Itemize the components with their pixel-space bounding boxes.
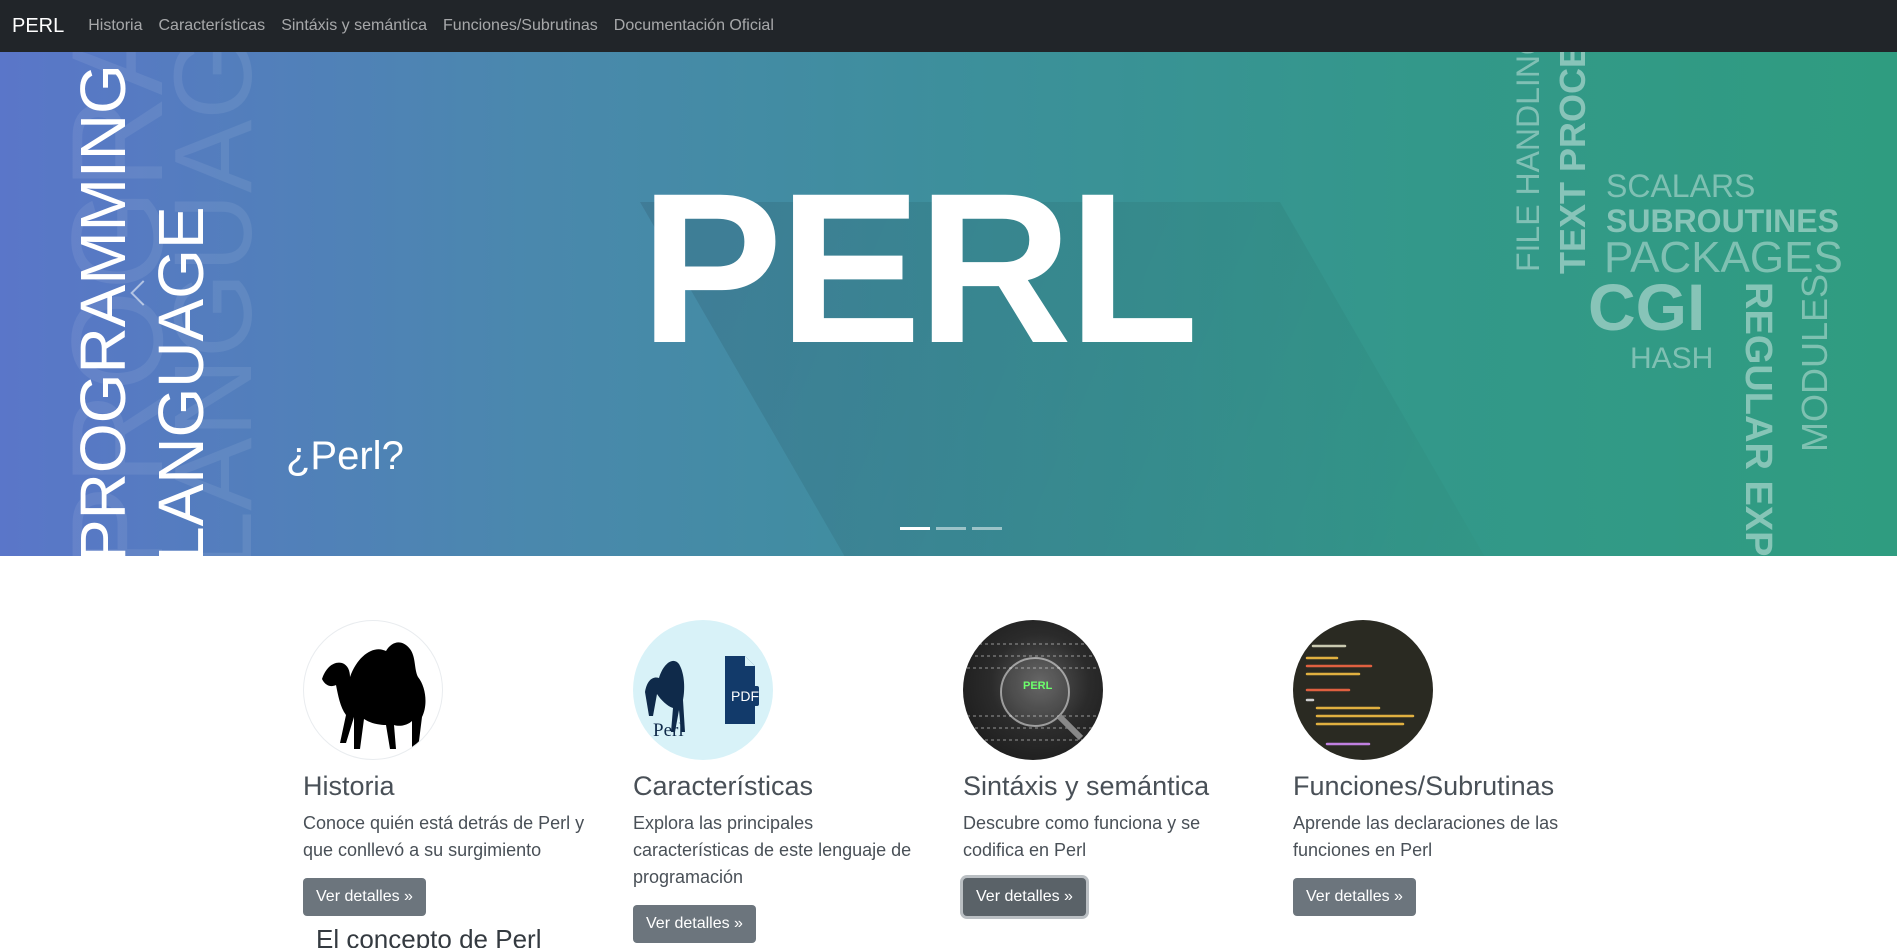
word-text-process: TEXT PROCESS	[1552, 52, 1593, 274]
perl-highlight-label: PERL	[1023, 680, 1053, 692]
feature-title: Funciones/Subrutinas	[1293, 771, 1555, 801]
word-regular-expressions: REGULAR EXPRE	[1737, 282, 1779, 556]
feature-description: Explora las principales características …	[633, 813, 912, 888]
word-file-handling: FILE HANDLING	[1510, 52, 1546, 272]
word-modules: MODULES	[1794, 273, 1835, 452]
word-hash: HASH	[1630, 342, 1714, 375]
top-navbar: PERL Historia Características Sintáxis y…	[0, 0, 1897, 52]
carousel-indicator-1[interactable]	[900, 527, 930, 530]
code-screen-icon	[1293, 620, 1433, 760]
carousel-indicator-3[interactable]	[972, 527, 1002, 530]
nav-link-caracteristicas[interactable]: Características	[158, 17, 265, 35]
carousel-caption: ¿Perl?	[286, 434, 404, 478]
word-cgi: CGI	[1588, 270, 1706, 344]
pdf-label: PDF	[731, 688, 759, 704]
perl-label: Perl	[653, 720, 684, 741]
nav-link-sintaxis[interactable]: Sintáxis y semántica	[281, 17, 427, 35]
nav-link-documentacion[interactable]: Documentación Oficial	[614, 17, 774, 35]
slide-title: PERL	[640, 149, 1199, 388]
feature-sintaxis: PERL Sintáxis y semántica Descubre como …	[963, 620, 1263, 917]
feature-title: Historia	[303, 771, 395, 801]
programming-word: PROGRAMMING	[67, 64, 139, 556]
carousel-indicator-2[interactable]	[936, 527, 966, 530]
perl-pdf-icon: Perl PDF	[633, 620, 773, 760]
feature-funciones: Funciones/Subrutinas Aprende las declara…	[1293, 620, 1593, 917]
camel-icon	[303, 620, 443, 760]
section-title-concepto: El concepto de Perl	[316, 924, 542, 948]
feature-title: Sintáxis y semántica	[963, 771, 1210, 801]
ver-detalles-button-historia[interactable]: Ver detalles »	[303, 878, 426, 917]
ver-detalles-button-sintaxis[interactable]: Ver detalles »	[963, 878, 1086, 917]
binary-magnifier-icon: PERL	[963, 620, 1103, 760]
word-scalars: SCALARS	[1606, 168, 1756, 204]
feature-caracteristicas: Perl PDF Características Explora las pri…	[633, 620, 933, 944]
feature-description: Descubre como funciona y se codifica en …	[963, 813, 1201, 861]
nav-link-historia[interactable]: Historia	[88, 17, 142, 35]
feature-description: Conoce quién está detrás de Perl y que c…	[303, 813, 585, 861]
feature-historia: Historia Conoce quién está detrás de Per…	[303, 620, 603, 917]
feature-title: Características	[633, 771, 814, 801]
nav-link-funciones[interactable]: Funciones/Subrutinas	[443, 17, 598, 35]
carousel-indicators	[900, 527, 1002, 530]
ver-detalles-button-caracteristicas[interactable]: Ver detalles »	[633, 905, 756, 944]
navbar-brand[interactable]: PERL	[12, 15, 64, 38]
language-word: LANGUAGE	[145, 206, 217, 556]
ver-detalles-button-funciones[interactable]: Ver detalles »	[1293, 878, 1416, 917]
hero-carousel: PROGRAMMING LANGUAGE PROGRAMMING LANGUAG…	[0, 52, 1897, 556]
feature-description: Aprende las declaraciones de las funcion…	[1293, 813, 1559, 861]
